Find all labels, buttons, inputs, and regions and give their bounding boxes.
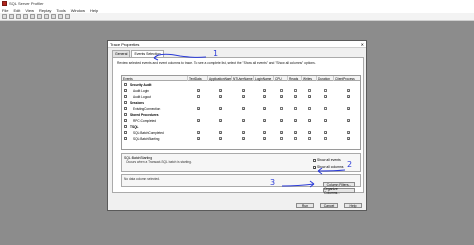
- annotation-arrow-3: [281, 183, 315, 187]
- annotation-label-2: 2: [347, 160, 353, 169]
- annotation-label-1: 1: [213, 49, 219, 58]
- annotation-label-3: 3: [270, 178, 276, 187]
- annotation-arrow-1: [153, 53, 207, 59]
- annotation-overlay: [153, 53, 346, 188]
- annotation-arrow-2: [317, 169, 346, 172]
